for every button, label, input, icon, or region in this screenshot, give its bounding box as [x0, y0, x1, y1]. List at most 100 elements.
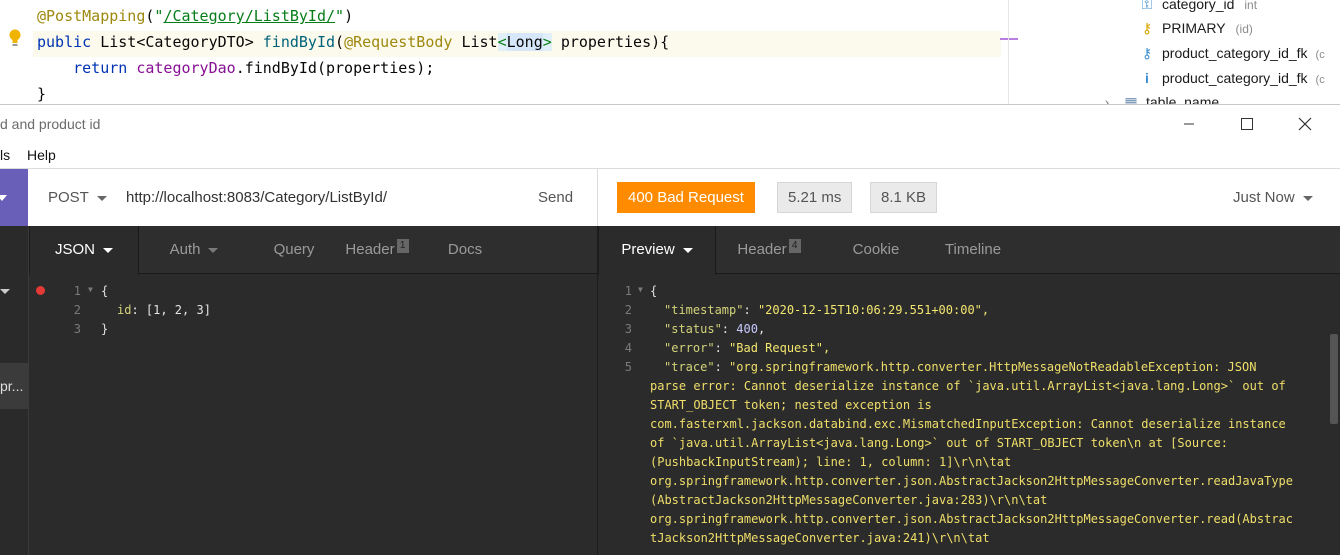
request-tabs: JSON Auth Query Header 1 Docs [29, 226, 597, 275]
json-value: "Bad Request", [729, 341, 831, 355]
http-method-select[interactable]: POST [48, 189, 107, 206]
line-number: 4 [624, 341, 632, 355]
tab-cookie[interactable]: Cookie [836, 226, 916, 274]
code-text: of `java.util.ArrayList<java.lang.Long>`… [650, 436, 1228, 450]
brace-token: } [37, 85, 47, 103]
db-tree-item[interactable]: i product_category_id_fk (c [1138, 66, 1325, 90]
chevron-down-icon [682, 247, 693, 253]
code-area[interactable]: @PostMapping("/Category/ListById/") publ… [33, 5, 1001, 109]
db-tree-item[interactable]: › ▦ table_name [1098, 90, 1220, 104]
keyword-token: public [37, 33, 92, 51]
maximize-icon [1241, 118, 1253, 130]
line-number: 1 [624, 284, 632, 298]
bracket-match-token: > [542, 33, 552, 51]
tab-header[interactable]: Header 1 [337, 226, 417, 274]
tab-timeline[interactable]: Timeline [928, 226, 1018, 274]
insomnia-window: d and product id ls Help POST http://loc… [0, 104, 1340, 555]
paren-token: ( [335, 33, 345, 51]
code-text: "status": 400, [664, 322, 766, 336]
scrollbar-thumb[interactable] [1330, 334, 1338, 424]
minimize-button[interactable] [1166, 105, 1212, 143]
tab-response-header[interactable]: Header 4 [724, 226, 814, 274]
db-tree-item[interactable]: ⚿ category_id int [1138, 0, 1257, 16]
call-token: .findById(properties); [235, 59, 435, 77]
json-key: "status" [664, 322, 722, 336]
tab-label: Timeline [944, 241, 1002, 258]
chevron-down-icon[interactable] [0, 289, 10, 294]
window-titlebar[interactable]: d and product id [0, 104, 1340, 142]
code-text: (AbstractJackson2HttpMessageConverter.ja… [650, 493, 1048, 507]
code-text: } [101, 322, 109, 336]
json-key: "error" [664, 341, 715, 355]
code-text: START_OBJECT token; nested exception is [650, 398, 932, 412]
bracket-match-token: < [497, 33, 507, 51]
code-line-2: public List<CategoryDTO> findById(@Reque… [33, 31, 1001, 57]
menu-tools[interactable]: ls [0, 147, 10, 163]
response-body-viewer[interactable]: 1 ▼ { 2 "timestamp": "2020-12-15T10:06:2… [598, 274, 1340, 555]
header-count-badge: 1 [396, 239, 409, 253]
history-dropdown[interactable]: Just Now [1233, 189, 1313, 206]
chevron-down-icon [208, 247, 219, 253]
json-value: "org.springframework.http.converter.Http… [729, 360, 1257, 374]
db-tree-item-meta: (id) [1235, 22, 1253, 36]
chevron-right-icon[interactable]: › [1098, 90, 1116, 104]
code-text: { [101, 284, 109, 298]
history-label: Just Now [1233, 189, 1295, 206]
chevron-down-icon [1302, 195, 1313, 201]
menu-help[interactable]: Help [27, 147, 56, 163]
tab-label: Cookie [852, 241, 900, 258]
db-tree-item-label: product_category_id_fk [1162, 45, 1308, 61]
status-badge: 400 Bad Request [617, 182, 755, 213]
lightbulb-icon[interactable] [8, 28, 22, 48]
close-button[interactable] [1282, 105, 1328, 143]
tab-docs[interactable]: Docs [425, 226, 505, 274]
tab-json[interactable]: JSON [29, 226, 139, 275]
header-count-badge: 4 [788, 239, 801, 253]
annotation-token: @RequestBody [344, 33, 453, 51]
fold-arrow-icon[interactable]: ▼ [638, 285, 643, 294]
db-tree-item-label: category_id [1162, 0, 1235, 12]
workspace-accent[interactable] [0, 169, 28, 227]
field-token: categoryDao [136, 59, 236, 77]
response-time-badge: 5.21 ms [777, 182, 853, 213]
http-method-label: POST [48, 189, 89, 206]
param-name-token: properties [560, 33, 652, 51]
code-text: parse error: Cannot deserialize instance… [650, 379, 1286, 393]
send-button[interactable]: Send [538, 189, 573, 206]
sidebar: pr... [0, 226, 28, 555]
line-number: 2 [624, 303, 632, 317]
response-size-badge: 8.1 KB [870, 182, 938, 213]
annotation-token: @PostMapping [37, 7, 146, 25]
tab-auth[interactable]: Auth [139, 226, 249, 274]
database-tree: ⚿ category_id int ⚷ PRIMARY (id) ⚷ product_ca… [1018, 0, 1340, 104]
db-tree-item-meta: (c [1315, 49, 1325, 61]
url-input[interactable]: http://localhost:8083/Category/ListById/ [126, 189, 387, 206]
db-tree-item-label: table_name [1146, 94, 1220, 104]
tab-query[interactable]: Query [249, 226, 339, 274]
type-token: List<CategoryDTO> [100, 33, 254, 51]
request-pane: JSON Auth Query Header 1 Docs 1 ▼ { 2 id:… [28, 226, 597, 555]
code-text: id: [1, 2, 3] [117, 303, 211, 317]
fold-arrow-icon[interactable]: ▼ [88, 285, 93, 294]
db-tree-item-label: product_category_id_fk [1162, 70, 1308, 86]
tab-label: Query [273, 241, 315, 258]
db-tree-item[interactable]: ⚷ PRIMARY (id) [1138, 16, 1253, 40]
db-tree-item[interactable]: ⚷ product_category_id_fk (c [1138, 41, 1325, 65]
sidebar-item-label: pr... [0, 378, 24, 394]
change-marker [1000, 38, 1018, 40]
punctuation: , [757, 322, 766, 336]
json-key: id [117, 303, 132, 317]
pane-divider [597, 169, 598, 227]
code-text: "error": "Bad Request", [664, 341, 831, 355]
tab-preview[interactable]: Preview [598, 226, 716, 275]
tab-label: Auth [169, 241, 201, 258]
close-icon [1298, 117, 1312, 131]
mapping-path-link[interactable]: /Category/ListById/ [163, 7, 335, 25]
foreign-key-icon: ⚷ [1141, 45, 1153, 61]
request-body-editor[interactable]: 1 ▼ { 2 id: [1, 2, 3] 3 } [29, 274, 597, 555]
sidebar-item-selected[interactable]: pr... [0, 363, 28, 409]
tab-label: Preview [621, 241, 675, 258]
json-key: "timestamp" [664, 303, 744, 317]
code-line-3: return categoryDao.findById(properties); [37, 57, 1001, 83]
maximize-button[interactable] [1224, 105, 1270, 143]
